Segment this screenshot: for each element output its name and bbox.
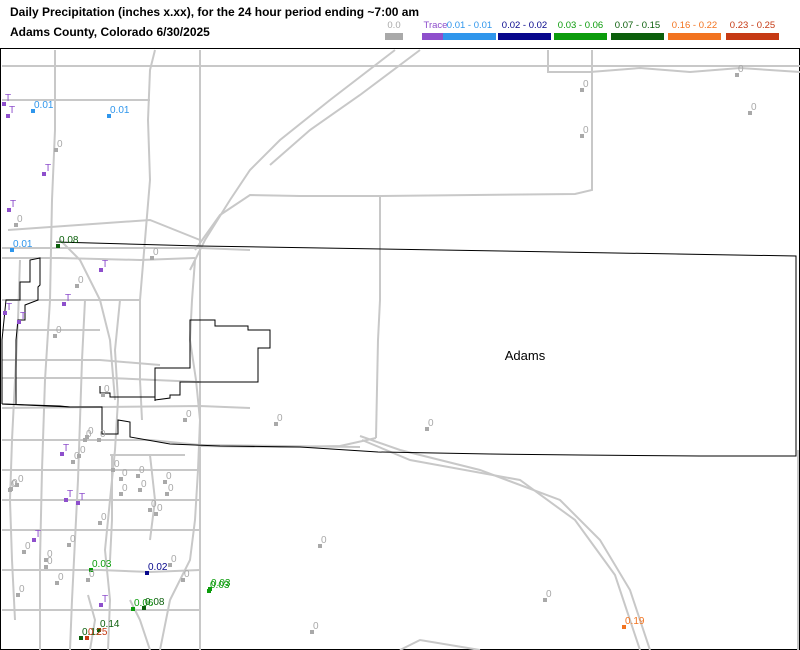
station-value-label: 0 xyxy=(47,549,53,560)
station-value-label: 0 xyxy=(321,535,327,546)
station-value-label: 0.08 xyxy=(59,235,79,246)
station-value-label: 0 xyxy=(80,445,86,456)
station-value-label: 0.02 xyxy=(148,562,168,573)
station-value-label: T xyxy=(6,302,12,313)
station-value-label: 0 xyxy=(546,589,552,600)
station-value-label: T xyxy=(63,443,69,454)
map-title: Daily Precipitation (inches x.xx), for t… xyxy=(10,5,420,19)
station-value-label: 0.01 xyxy=(34,100,54,111)
legend-label: 0.0 xyxy=(387,20,401,31)
precip-map: Adams TT 0.01 0.010T0T00.01 0.080T0TT00T00T… xyxy=(0,48,800,650)
legend-label: 0.23 - 0.25 xyxy=(729,20,776,31)
station-value-label: 0 xyxy=(122,468,128,479)
legend-label: 0.01 - 0.01 xyxy=(446,20,493,31)
station-value-label: 0 xyxy=(58,572,64,583)
station-value-label: 0 xyxy=(186,409,192,420)
station-value-label: T xyxy=(65,293,71,304)
station-value-label: 0 xyxy=(25,541,31,552)
station-value-label: 0.03 xyxy=(92,559,112,570)
legend-swatch xyxy=(668,33,721,40)
map-frame xyxy=(0,48,800,650)
station-value-label: 0 xyxy=(428,418,434,429)
station-value-label: 0 xyxy=(100,429,106,440)
station-value-label: 0 xyxy=(56,325,62,336)
station-value-label: 0 xyxy=(122,483,128,494)
station-value-label: 0 xyxy=(70,534,76,545)
station-value-label: 0 xyxy=(57,139,63,150)
station-value-label: 0.19 xyxy=(625,616,645,627)
legend-swatch xyxy=(385,33,403,40)
station-value-label: 0 xyxy=(114,459,120,470)
station-value-label: T xyxy=(20,311,26,322)
station-value-label: 0 xyxy=(78,275,84,286)
legend-item: 0.02 - 0.02 xyxy=(498,21,551,40)
station-value-label: 0 xyxy=(157,503,163,514)
station-value-label: 0 xyxy=(89,569,95,580)
station-value-label: 0 xyxy=(17,214,23,225)
legend-swatch xyxy=(443,33,496,40)
station-value-label: 0 xyxy=(18,474,24,485)
station-value-label: 0.08 xyxy=(145,597,165,608)
station-value-label: 0.01 xyxy=(110,105,130,116)
station-value-label: 0.01 xyxy=(13,239,33,250)
station-value-label: T xyxy=(102,259,108,270)
legend-label: 0.03 - 0.06 xyxy=(557,20,604,31)
station-value-label: 0 xyxy=(583,125,589,136)
station-value-label: 0 xyxy=(141,479,147,490)
station-value-label: 0 xyxy=(101,512,107,523)
station-value-label: 0 xyxy=(168,483,174,494)
station-value-label: 0 xyxy=(171,554,177,565)
station-value-label: 0.25 xyxy=(88,627,108,638)
legend-swatch xyxy=(554,33,607,40)
station-value-label: 0 xyxy=(153,247,159,258)
map-subtitle: Adams County, Colorado 6/30/2025 xyxy=(10,25,210,39)
station-value-label: 0 xyxy=(139,465,145,476)
station-value-label: T xyxy=(102,594,108,605)
station-value-label: 0 xyxy=(313,621,319,632)
legend-item: 0.03 - 0.06 xyxy=(554,21,607,40)
station-value-label: 0.03 xyxy=(210,580,230,591)
legend-label: 0.02 - 0.02 xyxy=(501,20,548,31)
station-value-label: 0 xyxy=(277,413,283,424)
legend-item: 0.0 xyxy=(385,21,403,40)
county-label: Adams xyxy=(505,348,546,363)
station-value-label: T xyxy=(45,163,51,174)
station-value-label: 0 xyxy=(88,426,94,437)
station-value-label: 0 xyxy=(11,479,17,490)
legend-swatch xyxy=(726,33,779,40)
station-value-label: 0 xyxy=(166,471,172,482)
station-value-label: T xyxy=(35,529,41,540)
station-value-label: T xyxy=(67,489,73,500)
legend-item: 0.07 - 0.15 xyxy=(611,21,664,40)
station-value-label: 0 xyxy=(583,79,589,90)
station-value-label: 0 xyxy=(184,569,190,580)
station-value-label: 0 xyxy=(751,102,757,113)
legend-swatch xyxy=(498,33,551,40)
legend-swatch xyxy=(611,33,664,40)
station-value-label: T xyxy=(79,492,85,503)
station-value-label: 0 xyxy=(738,64,744,75)
precip-legend: 0.0 Trace 0.01 - 0.01 0.02 - 0.02 0.03 - 0.0… xyxy=(385,21,780,41)
station-value-label: T xyxy=(9,105,15,116)
legend-label: 0.16 - 0.22 xyxy=(671,20,718,31)
station-value-label: 0 xyxy=(19,584,25,595)
station-value-label: 0 xyxy=(104,384,110,395)
legend-item: 0.23 - 0.25 xyxy=(726,21,779,40)
legend-label: 0.07 - 0.15 xyxy=(614,20,661,31)
legend-item: 0.01 - 0.01 xyxy=(443,21,496,40)
legend-item: 0.16 - 0.22 xyxy=(668,21,721,40)
station-value-label: T xyxy=(10,199,16,210)
station-value-label: T xyxy=(5,93,11,104)
